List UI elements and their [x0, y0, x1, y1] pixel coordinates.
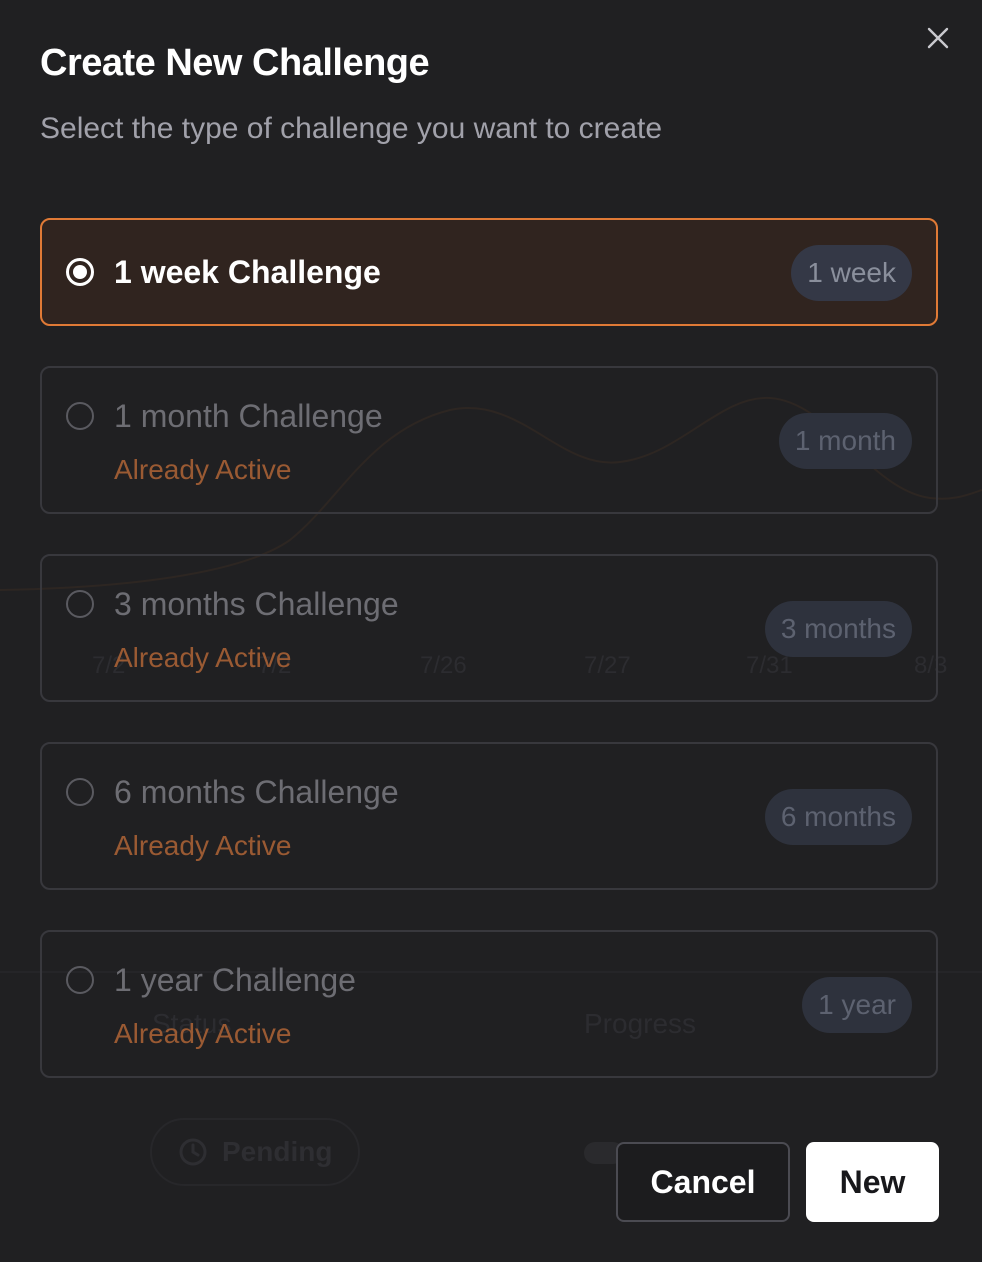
close-icon	[927, 27, 949, 49]
dialog-subtitle: Select the type of challenge you want to…	[40, 112, 663, 145]
new-button[interactable]: New	[806, 1142, 939, 1222]
create-challenge-dialog: 7/2 7/2 7/26 7/27 7/31 8/3 Status Progre…	[0, 0, 982, 1262]
radio-button[interactable]	[66, 258, 94, 286]
radio-button[interactable]	[66, 590, 94, 618]
clock-icon	[179, 1138, 207, 1166]
duration-badge: 3 months	[764, 601, 912, 657]
already-active-status: Already Active	[114, 1018, 292, 1049]
duration-badge: 1 month	[778, 413, 912, 469]
option-label: 6 months Challenge	[114, 774, 399, 810]
close-button[interactable]	[924, 24, 952, 52]
already-active-status: Already Active	[114, 830, 292, 861]
option-1-week[interactable]: 1 week Challenge 1 week	[40, 218, 938, 326]
radio-selected-dot	[73, 265, 87, 279]
option-1-year[interactable]: 1 year Challenge Already Active 1 year	[40, 930, 938, 1078]
bg-pending-badge: Pending	[150, 1118, 360, 1186]
option-label: 1 week Challenge	[114, 254, 381, 290]
option-label: 3 months Challenge	[114, 586, 399, 622]
bg-pending-label: Pending	[222, 1136, 333, 1167]
option-3-months[interactable]: 3 months Challenge Already Active 3 mont…	[40, 554, 938, 702]
already-active-status: Already Active	[114, 642, 292, 673]
already-active-status: Already Active	[114, 454, 292, 485]
duration-badge: 1 week	[791, 245, 912, 301]
duration-badge: 1 year	[802, 977, 912, 1033]
cancel-button[interactable]: Cancel	[616, 1142, 790, 1222]
option-label: 1 month Challenge	[114, 398, 383, 434]
option-6-months[interactable]: 6 months Challenge Already Active 6 mont…	[40, 742, 938, 890]
radio-button[interactable]	[66, 778, 94, 806]
option-1-month[interactable]: 1 month Challenge Already Active 1 month	[40, 366, 938, 514]
option-label: 1 year Challenge	[114, 962, 356, 998]
radio-button[interactable]	[66, 402, 94, 430]
radio-button[interactable]	[66, 966, 94, 994]
dialog-title: Create New Challenge	[40, 42, 430, 84]
duration-badge: 6 months	[764, 789, 912, 845]
